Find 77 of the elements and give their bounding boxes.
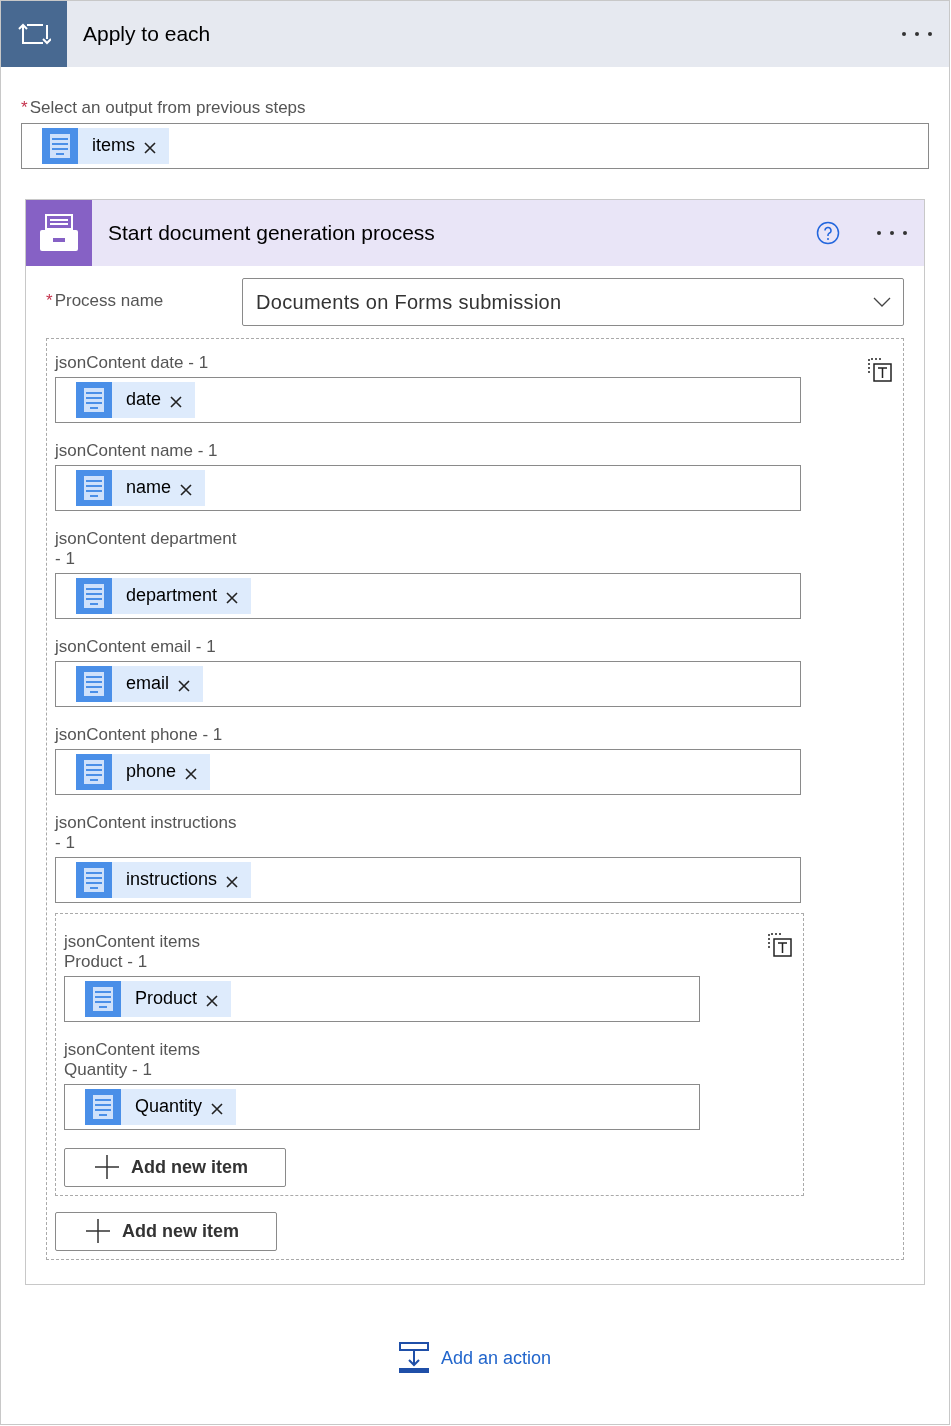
form-icon [85, 980, 121, 1017]
token-field[interactable]: instructions [55, 856, 801, 903]
token-label: department [126, 584, 218, 607]
token-label: phone [126, 760, 177, 783]
close-icon[interactable] [177, 678, 191, 693]
token-chip[interactable]: date [76, 381, 196, 418]
form-icon [85, 1088, 121, 1125]
token-chip[interactable]: phone [76, 753, 211, 790]
insert-step-icon [398, 1342, 431, 1374]
close-icon[interactable] [205, 993, 220, 1008]
token-label: Quantity [135, 1095, 203, 1118]
plus-icon [86, 1219, 110, 1243]
add-action-button[interactable]: Add an action [398, 1342, 552, 1374]
form-icon [76, 861, 112, 898]
close-icon[interactable] [210, 1101, 225, 1116]
form-icon [76, 753, 112, 790]
dropdown-value: Documents on Forms submission [256, 289, 563, 315]
process-dropdown[interactable]: Documents on Forms submission [242, 277, 904, 326]
token-chip[interactable]: items [42, 127, 169, 164]
token-field[interactable]: date [55, 376, 801, 423]
token-label: items [92, 134, 135, 157]
token-field[interactable]: email [55, 660, 801, 707]
token-label: email [126, 672, 169, 695]
more-icon [901, 31, 933, 37]
token-label: instructions [126, 868, 218, 891]
form-icon [42, 127, 78, 164]
text-box-icon[interactable] [867, 356, 893, 383]
form-icon [76, 665, 112, 702]
close-icon[interactable] [169, 394, 184, 409]
field-label: jsonContent items Quantity - 1 [64, 1039, 202, 1080]
field-label: jsonContent phone - 1 [55, 724, 224, 745]
form-icon [76, 381, 112, 418]
field-label-text: Select an output from previous steps [29, 97, 306, 119]
close-icon[interactable] [225, 590, 240, 605]
action-title: Start document generation process [108, 219, 436, 246]
more-button[interactable] [876, 229, 908, 236]
form-icon [76, 577, 112, 614]
token-field[interactable]: items [21, 122, 929, 169]
field-label: jsonContent email - 1 [55, 636, 217, 657]
token-chip[interactable]: Quantity [85, 1088, 237, 1125]
more-icon [876, 229, 908, 236]
token-chip[interactable]: name [76, 469, 206, 506]
field-label: jsonContent items Product - 1 [64, 931, 202, 972]
close-icon[interactable] [179, 482, 194, 497]
token-field[interactable]: Quantity [64, 1083, 700, 1130]
more-button[interactable] [901, 31, 933, 37]
token-chip[interactable]: Product [85, 980, 232, 1017]
token-field[interactable]: Product [64, 975, 700, 1022]
chevron-down-icon [873, 296, 891, 307]
loop-icon [17, 21, 51, 47]
field-label: jsonContent instructions - 1 [55, 812, 238, 853]
add-item-button[interactable]: Add new item [55, 1211, 277, 1251]
token-chip[interactable]: instructions [76, 861, 252, 898]
token-label: date [126, 388, 162, 411]
token-chip[interactable]: department [76, 577, 252, 614]
close-icon[interactable] [143, 140, 157, 155]
text-box-icon[interactable] [767, 931, 793, 958]
required-marker: * [46, 289, 53, 312]
add-item-button[interactable]: Add new item [64, 1147, 286, 1187]
form-icon [76, 469, 112, 506]
field-label: jsonContent date - 1 [55, 352, 210, 373]
token-field[interactable]: name [55, 464, 801, 511]
close-icon[interactable] [184, 766, 199, 781]
help-icon[interactable] [816, 220, 840, 245]
drawer-icon [38, 212, 80, 253]
required-marker: * [21, 97, 28, 119]
token-label: name [126, 476, 172, 499]
token-chip[interactable]: email [76, 665, 203, 702]
token-field[interactable]: department [55, 572, 801, 619]
field-label: jsonContent department - 1 [55, 528, 238, 569]
close-icon[interactable] [225, 874, 240, 889]
token-label: Product [135, 987, 198, 1010]
plus-icon [95, 1155, 119, 1179]
loop-title: Apply to each [83, 21, 212, 48]
field-label: jsonContent name - 1 [55, 440, 219, 461]
token-field[interactable]: phone [55, 748, 801, 795]
field-label-text: Process name [54, 289, 164, 312]
